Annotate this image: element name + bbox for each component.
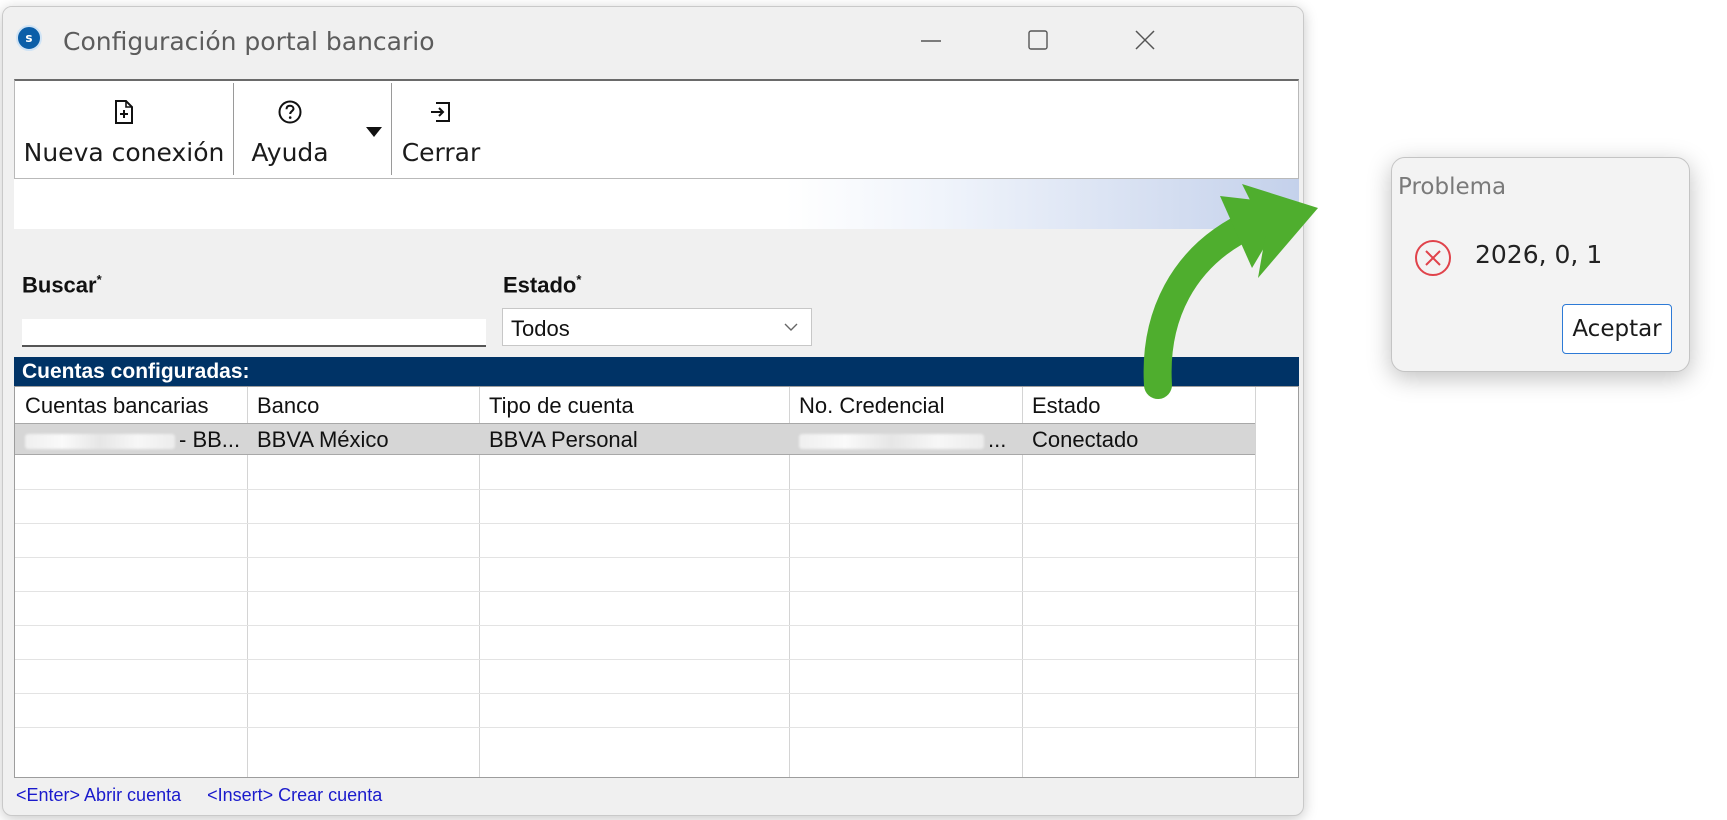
- toolbar: Nueva conexión Ayuda Cerrar: [14, 79, 1299, 179]
- maximize-icon: [1028, 30, 1048, 50]
- dialog-message: 2026, 0, 1: [1475, 240, 1603, 269]
- maximize-button[interactable]: [1003, 17, 1073, 61]
- sign-out-icon: [431, 102, 450, 122]
- hint-open-account: <Enter> Abrir cuenta: [16, 785, 182, 805]
- minimize-icon: [921, 40, 941, 42]
- row-divider: [15, 727, 1298, 728]
- redacted-account-number: [25, 433, 175, 449]
- chevron-down-icon: [784, 323, 798, 331]
- app-icon: s: [16, 25, 42, 51]
- row-divider: [15, 489, 1298, 490]
- help-label: Ayuda: [251, 138, 329, 167]
- cell-account-type: BBVA Personal: [489, 427, 638, 452]
- green-arrow-icon: [1143, 184, 1318, 399]
- main-window: s Configuración portal bancario Nueva co…: [2, 6, 1304, 816]
- close-label: Cerrar: [401, 138, 481, 167]
- new-connection-label: Nueva conexión: [23, 138, 225, 167]
- column-header-credential[interactable]: No. Credencial: [789, 387, 1022, 423]
- row-divider: [15, 557, 1298, 558]
- column-divider[interactable]: [1255, 387, 1256, 777]
- close-button[interactable]: Cerrar: [392, 81, 490, 179]
- redacted-credential: [799, 433, 984, 449]
- status-bar: <Enter> Abrir cuenta <Insert> Crear cuent…: [16, 785, 408, 806]
- cell-credential: ...: [789, 423, 1022, 455]
- row-divider: [15, 693, 1298, 694]
- close-icon: [1135, 30, 1155, 50]
- row-divider: [15, 659, 1298, 660]
- status-select-value: Todos: [511, 316, 570, 341]
- help-button[interactable]: Ayuda: [234, 81, 346, 179]
- column-header-bank[interactable]: Banco: [247, 387, 479, 423]
- row-divider: [15, 523, 1298, 524]
- status-select[interactable]: Todos: [502, 308, 812, 346]
- column-header-accounts[interactable]: Cuentas bancarias: [15, 387, 247, 423]
- title-bar[interactable]: s Configuración portal bancario: [3, 7, 1303, 69]
- cell-status: Conectado: [1032, 427, 1139, 452]
- accept-button[interactable]: Aceptar: [1562, 304, 1672, 354]
- help-circle-icon: [278, 100, 302, 124]
- cell-account: - BB...: [15, 423, 247, 455]
- window-title: Configuración portal bancario: [63, 27, 435, 56]
- error-icon: [1415, 240, 1451, 276]
- help-dropdown-arrow-icon[interactable]: [366, 127, 382, 137]
- close-window-button[interactable]: [1110, 17, 1180, 61]
- minimize-button[interactable]: [896, 17, 966, 61]
- cell-bank: BBVA México: [257, 427, 389, 452]
- status-label: Estado*: [503, 272, 582, 298]
- file-plus-icon: [115, 100, 133, 124]
- problem-dialog: Problema 2026, 0, 1 Aceptar: [1391, 157, 1690, 372]
- new-connection-button[interactable]: Nueva conexión: [15, 81, 233, 179]
- search-label: Buscar*: [22, 272, 102, 298]
- section-header: Cuentas configuradas:: [14, 357, 1299, 386]
- row-divider: [15, 591, 1298, 592]
- dialog-title: Problema: [1398, 174, 1507, 200]
- hint-create-account: <Insert> Crear cuenta: [207, 785, 383, 805]
- window-client-area: Nueva conexión Ayuda Cerrar Buscar* Esta…: [14, 73, 1299, 813]
- search-input[interactable]: [22, 319, 486, 347]
- row-divider: [15, 625, 1298, 626]
- accounts-table: Cuentas bancarias Banco Tipo de cuenta N…: [14, 386, 1299, 778]
- header-gradient-strip: [14, 179, 1299, 229]
- column-header-account-type[interactable]: Tipo de cuenta: [479, 387, 789, 423]
